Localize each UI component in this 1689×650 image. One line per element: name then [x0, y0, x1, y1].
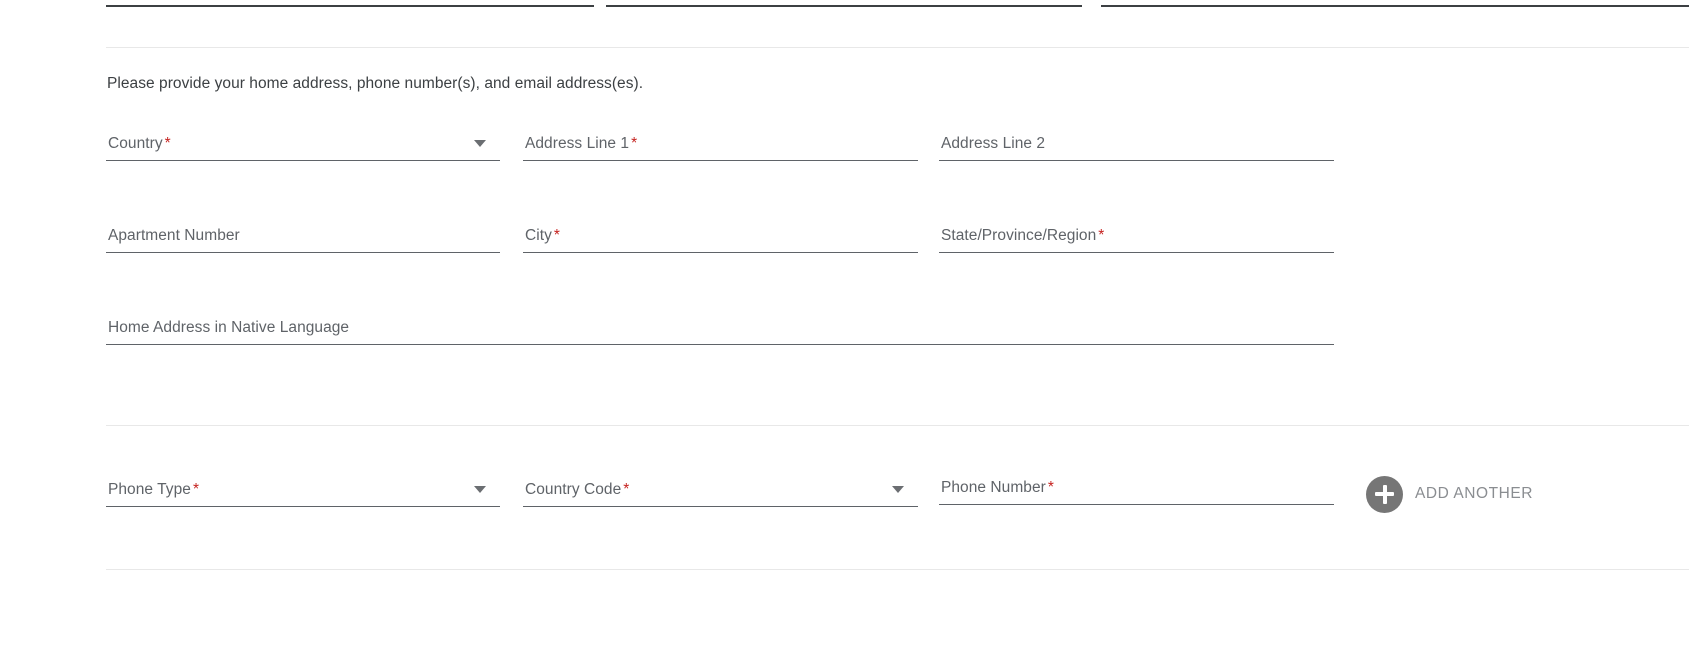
- state-province-region-label: State/Province/Region *: [941, 227, 1105, 244]
- section-divider-middle: [106, 425, 1689, 426]
- clipped-field-2[interactable]: [606, 0, 1082, 7]
- native-language-address-input[interactable]: Home Address in Native Language: [106, 303, 1334, 345]
- chevron-down-icon[interactable]: [892, 486, 904, 493]
- form-page: Please provide your home address, phone …: [0, 0, 1689, 650]
- add-another-button[interactable]: ADD ANOTHER: [1366, 475, 1533, 513]
- phone-number-label: Phone Number *: [941, 479, 1054, 496]
- required-asterisk: *: [192, 481, 200, 498]
- required-asterisk: *: [1047, 479, 1054, 496]
- add-another-label: ADD ANOTHER: [1415, 485, 1534, 502]
- native-language-address-label: Home Address in Native Language: [108, 319, 350, 336]
- city-label: City *: [525, 227, 560, 244]
- apartment-number-input[interactable]: Apartment Number: [106, 211, 500, 253]
- phone-type-select[interactable]: Phone Type *: [106, 465, 500, 507]
- chevron-down-icon[interactable]: [474, 140, 486, 147]
- address-line-1-label: Address Line 1 *: [525, 135, 638, 152]
- chevron-down-icon[interactable]: [474, 486, 486, 493]
- country-code-label: Country Code *: [525, 481, 630, 498]
- required-asterisk: *: [553, 227, 560, 244]
- required-asterisk: *: [1098, 227, 1105, 244]
- phone-type-label: Phone Type *: [108, 481, 200, 498]
- city-input[interactable]: City *: [523, 211, 918, 253]
- clipped-field-1[interactable]: [106, 0, 594, 7]
- state-province-region-input[interactable]: State/Province/Region *: [939, 211, 1334, 253]
- section-divider-bottom: [106, 569, 1689, 570]
- country-code-select[interactable]: Country Code *: [523, 465, 918, 507]
- address-line-2-input[interactable]: Address Line 2: [939, 119, 1334, 161]
- country-label: Country *: [108, 135, 171, 152]
- section-divider-top: [106, 47, 1689, 48]
- required-asterisk: *: [631, 135, 638, 152]
- address-line-1-input[interactable]: Address Line 1 *: [523, 119, 918, 161]
- section-instruction: Please provide your home address, phone …: [107, 75, 644, 92]
- plus-circle-icon: [1366, 475, 1403, 513]
- apartment-number-label: Apartment Number: [108, 227, 240, 244]
- phone-number-input[interactable]: Phone Number *: [939, 463, 1334, 505]
- required-asterisk: *: [164, 135, 171, 152]
- required-asterisk: *: [623, 481, 630, 498]
- address-line-2-label: Address Line 2: [941, 135, 1046, 152]
- clipped-field-3[interactable]: [1101, 0, 1689, 7]
- country-select[interactable]: Country *: [106, 119, 500, 161]
